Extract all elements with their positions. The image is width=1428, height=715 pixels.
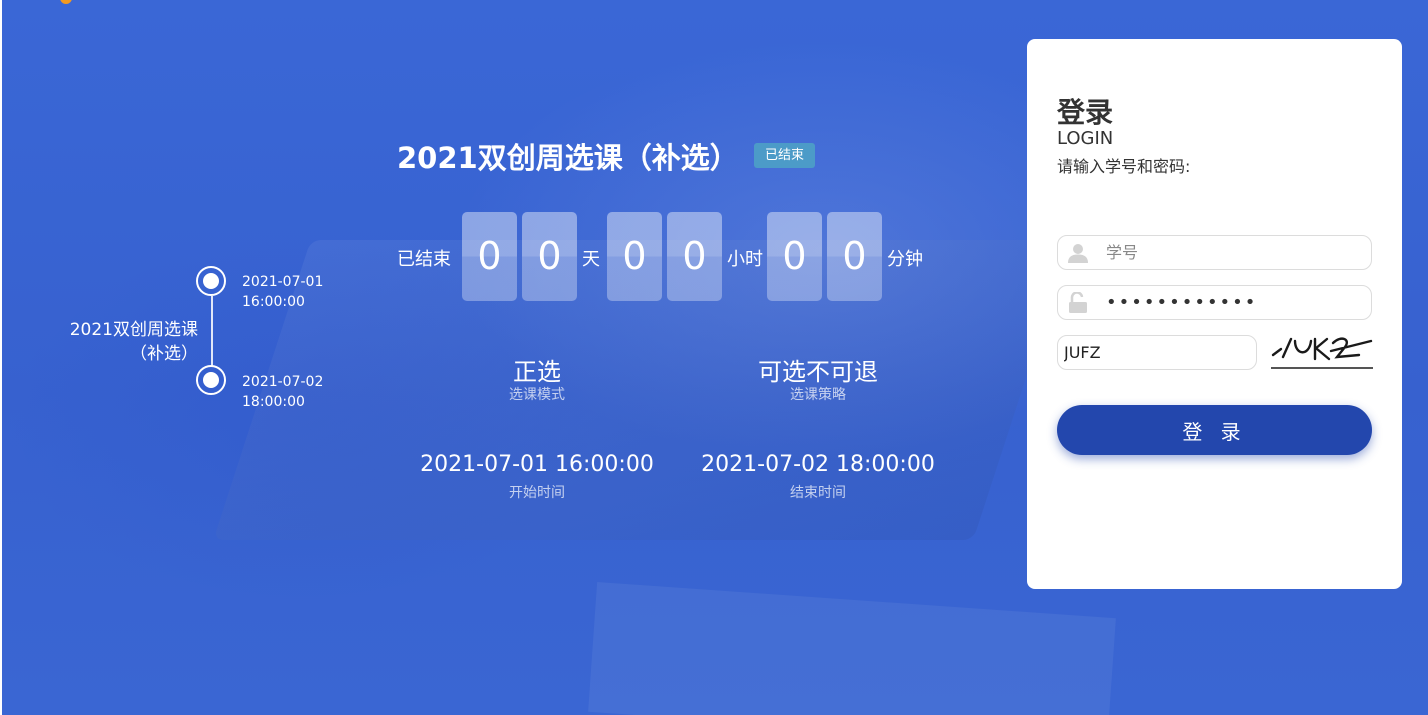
timeline-course-name-line2: （补选） bbox=[130, 344, 198, 364]
student-id-input[interactable] bbox=[1098, 236, 1371, 269]
countdown-hours-unit: 小时 bbox=[727, 249, 763, 270]
captcha-field bbox=[1057, 335, 1257, 370]
captcha-image[interactable] bbox=[1271, 333, 1373, 371]
end-time-value: 2021-07-02 18:00:00 bbox=[701, 452, 935, 477]
countdown-days-digit: 0 bbox=[462, 212, 517, 301]
timeline-end-time: 18:00:00 bbox=[242, 394, 305, 410]
timeline-line bbox=[211, 296, 213, 366]
timeline-end-dot-icon bbox=[196, 365, 226, 395]
countdown-minutes-digit: 0 bbox=[827, 212, 882, 301]
timeline-end: 2021-07-02 18:00:00 bbox=[242, 372, 323, 412]
countdown-prefix: 已结束 bbox=[397, 249, 451, 270]
timeline-course-name[interactable]: 2021双创周选课 （补选） bbox=[40, 318, 198, 366]
timeline-start-date: 2021-07-01 bbox=[242, 274, 324, 290]
start-time-label: 开始时间 bbox=[509, 485, 565, 501]
start-time-value: 2021-07-01 16:00:00 bbox=[420, 452, 654, 477]
countdown-days-unit: 天 bbox=[582, 249, 600, 270]
background-paper-image bbox=[588, 582, 1116, 715]
password-input[interactable] bbox=[1098, 286, 1371, 319]
login-title: 登录 bbox=[1057, 96, 1114, 129]
student-id-field bbox=[1057, 235, 1372, 270]
countdown-minutes-unit: 分钟 bbox=[887, 249, 923, 270]
lock-icon bbox=[1058, 286, 1098, 319]
login-button[interactable]: 登 录 bbox=[1057, 405, 1372, 455]
countdown-hours-digit: 0 bbox=[667, 212, 722, 301]
timeline-start-dot-icon bbox=[196, 266, 226, 296]
captcha-input[interactable] bbox=[1058, 336, 1256, 369]
selection-strategy-value: 可选不可退 bbox=[758, 358, 878, 386]
timeline-start-time: 16:00:00 bbox=[242, 294, 305, 310]
login-card: 登录 LOGIN 请输入学号和密码: 登 录 bbox=[1027, 39, 1402, 589]
timeline-start: 2021-07-01 16:00:00 bbox=[242, 272, 323, 312]
end-time-label: 结束时间 bbox=[790, 485, 846, 501]
timeline-end-date: 2021-07-02 bbox=[242, 374, 324, 390]
selection-strategy-label: 选课策略 bbox=[790, 387, 846, 403]
password-field bbox=[1057, 285, 1372, 320]
status-badge: 已结束 bbox=[754, 143, 816, 168]
timeline-course-name-line1: 2021双创周选课 bbox=[69, 320, 198, 340]
login-subtitle: LOGIN bbox=[1057, 128, 1114, 149]
countdown-minutes-digit: 0 bbox=[767, 212, 822, 301]
selection-mode-value: 正选 bbox=[513, 358, 561, 386]
countdown-hours-digit: 0 bbox=[607, 212, 662, 301]
course-title: 2021双创周选课（补选） bbox=[397, 141, 739, 175]
login-hint: 请输入学号和密码: bbox=[1057, 157, 1191, 176]
user-icon bbox=[1058, 236, 1098, 269]
countdown-days-digit: 0 bbox=[522, 212, 577, 301]
selection-mode-label: 选课模式 bbox=[509, 387, 565, 403]
